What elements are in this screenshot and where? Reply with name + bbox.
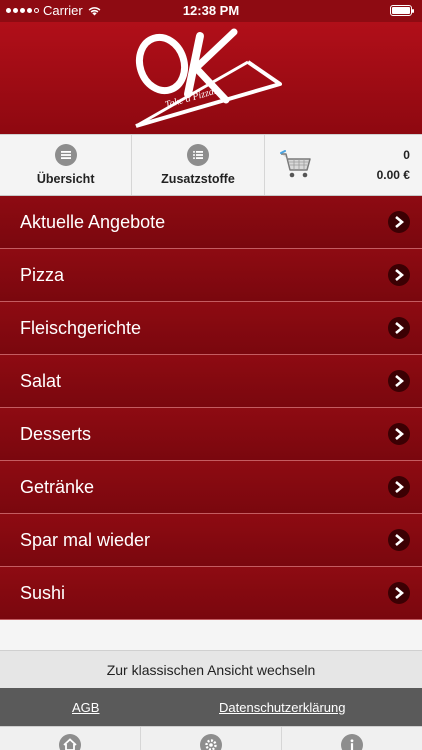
status-bar: Carrier 12:38 PM: [0, 0, 422, 22]
home-icon: [59, 734, 81, 750]
classic-view-button[interactable]: Zur klassischen Ansicht wechseln: [0, 650, 422, 688]
chevron-right-icon: [388, 264, 410, 286]
menu-item-label: Pizza: [20, 264, 65, 285]
chevron-right-icon: [388, 317, 410, 339]
menu-item-label: Desserts: [20, 423, 92, 444]
classic-view-label: Zur klassischen Ansicht wechseln: [106, 661, 316, 678]
menu-item-sushi[interactable]: Sushi: [0, 567, 422, 620]
toolbar: Übersicht Zusatzstoffe 0 0.00 €: [0, 134, 422, 196]
chevron-right-icon: [388, 529, 410, 551]
cart-icon: [279, 150, 311, 178]
cart-total: 0.00 €: [376, 168, 410, 182]
bottom-tab-bar: [0, 726, 422, 750]
additives-label: Zusatzstoffe: [161, 172, 235, 186]
menu-item-pizza[interactable]: Pizza: [0, 249, 422, 302]
menu-item-label: Sushi: [20, 582, 66, 603]
legal-bar: AGB Datenschutzerklärung: [0, 688, 422, 726]
menu-item-label: Aktuelle Angebote: [20, 211, 166, 232]
ok-pizza-logo: Take a Pizza...: [135, 28, 282, 128]
chevron-right-icon: [388, 370, 410, 392]
menu-item-getraenke[interactable]: Getränke: [0, 461, 422, 514]
chevron-right-icon: [388, 476, 410, 498]
menu-list-icon: [54, 144, 77, 166]
info-icon: [341, 734, 363, 750]
agb-link[interactable]: AGB: [72, 700, 99, 715]
menu-item-aktuelle-angebote[interactable]: Aktuelle Angebote: [0, 196, 422, 249]
tab-info[interactable]: [282, 727, 422, 750]
chevron-right-icon: [388, 423, 410, 445]
chevron-right-icon: [388, 211, 410, 233]
cart-count: 0: [403, 148, 410, 162]
cart-summary: 0 0.00 €: [377, 148, 410, 182]
menu-item-desserts[interactable]: Desserts: [0, 408, 422, 461]
tab-settings[interactable]: [141, 727, 282, 750]
overview-label: Übersicht: [36, 172, 95, 186]
app-header: Take a Pizza...: [0, 22, 422, 134]
tab-home[interactable]: [0, 727, 141, 750]
menu-item-fleischgerichte[interactable]: Fleischgerichte: [0, 302, 422, 355]
clock: 12:38 PM: [182, 3, 240, 18]
cart-button[interactable]: 0 0.00 €: [265, 135, 422, 195]
content-spacer: [0, 620, 422, 650]
list-icon: [186, 144, 209, 166]
menu-item-spar-mal-wieder[interactable]: Spar mal wieder: [0, 514, 422, 567]
battery-icon: [390, 5, 414, 16]
category-menu: Aktuelle Angebote Pizza Fleischgerichte …: [0, 196, 422, 620]
overview-button[interactable]: Übersicht: [0, 135, 133, 195]
menu-item-label: Salat: [20, 370, 62, 391]
gear-icon: [200, 734, 222, 750]
menu-item-label: Fleischgerichte: [20, 317, 142, 338]
privacy-policy-link[interactable]: Datenschutzerklärung: [219, 700, 345, 715]
chevron-right-icon: [388, 582, 410, 604]
menu-item-label: Spar mal wieder: [20, 529, 151, 550]
menu-item-label: Getränke: [20, 476, 95, 497]
additives-button[interactable]: Zusatzstoffe: [132, 135, 265, 195]
menu-item-salat[interactable]: Salat: [0, 355, 422, 408]
